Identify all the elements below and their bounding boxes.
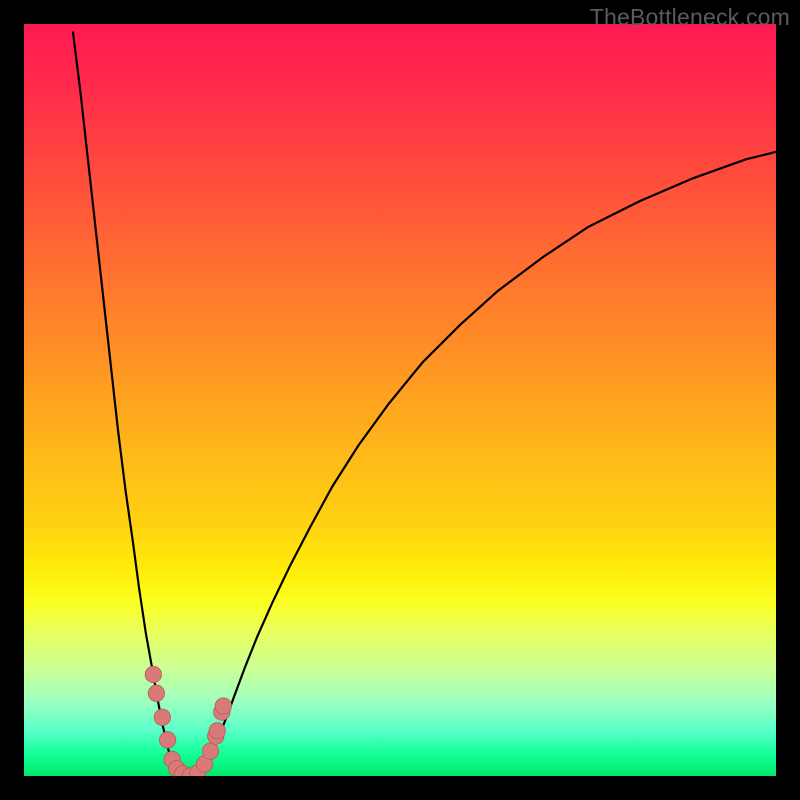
- data-marker: [215, 698, 231, 714]
- data-markers: [145, 666, 231, 776]
- data-marker: [159, 732, 175, 748]
- data-marker: [145, 666, 161, 682]
- chart-svg: [24, 24, 776, 776]
- data-marker: [154, 709, 170, 725]
- curve-right-branch: [213, 152, 776, 749]
- curve-left-branch: [73, 32, 173, 765]
- data-marker: [148, 685, 164, 701]
- data-marker: [202, 743, 218, 759]
- data-marker: [209, 723, 225, 739]
